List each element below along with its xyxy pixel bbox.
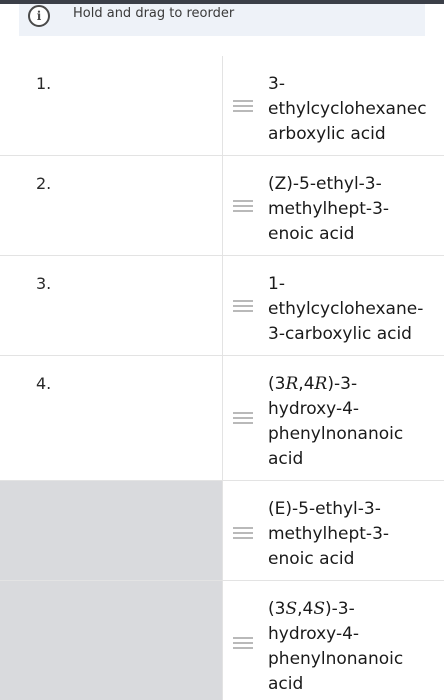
answer-line: methylhept-3- — [268, 524, 390, 544]
draggable-answer[interactable]: (3S,4S)-3- hydroxy-4- phenylnonanoic aci… — [268, 597, 440, 697]
table-row: 4. (3R,4R)-3- hydroxy-4- phenylnonanoic … — [0, 356, 444, 481]
drag-handle-icon[interactable] — [233, 200, 253, 212]
draggable-answer[interactable]: 3- ethylcyclohexanec arboxylic acid — [268, 72, 440, 147]
row-number: 3. — [36, 274, 52, 293]
answer-line: ethylcyclohexane- — [268, 299, 424, 319]
answer-line: enoic acid — [268, 224, 355, 244]
column-divider — [222, 356, 223, 480]
row-number: 1. — [36, 74, 52, 93]
drag-handle-icon[interactable] — [233, 412, 253, 424]
answer-line: 3- — [268, 74, 285, 94]
column-divider — [222, 581, 223, 700]
answer-line: methylhept-3- — [268, 199, 390, 219]
unassigned-area — [0, 581, 222, 700]
row-number: 4. — [36, 374, 52, 393]
answer-line: (3S,4S)-3- — [268, 599, 355, 619]
draggable-answer[interactable]: (E)-5-ethyl-3- methylhept-3- enoic acid — [268, 497, 440, 572]
slot-cell — [0, 56, 222, 155]
answer-line: acid — [268, 674, 304, 694]
draggable-answer[interactable]: (Z)-5-ethyl-3- methylhept-3- enoic acid — [268, 172, 440, 247]
answer-line: phenylnonanoic — [268, 649, 404, 669]
answer-line: (E)-5-ethyl-3- — [268, 499, 381, 519]
instruction-banner: i Hold and drag to reorder — [19, 4, 425, 36]
draggable-answer[interactable]: 1- ethylcyclohexane- 3-carboxylic acid — [268, 272, 440, 347]
slot-cell — [0, 356, 222, 480]
column-divider — [222, 256, 223, 355]
row-number: 2. — [36, 174, 52, 193]
answer-line: acid — [268, 449, 304, 469]
answer-line: hydroxy-4- — [268, 399, 360, 419]
answer-line: (3R,4R)-3- — [268, 374, 358, 394]
drag-handle-icon[interactable] — [233, 100, 253, 112]
answer-line: enoic acid — [268, 549, 355, 569]
drag-handle-icon[interactable] — [233, 637, 253, 649]
answer-line: 3-carboxylic acid — [268, 324, 412, 344]
answer-line: arboxylic acid — [268, 124, 386, 144]
draggable-answer[interactable]: (3R,4R)-3- hydroxy-4- phenylnonanoic aci… — [268, 372, 440, 472]
answer-line: hydroxy-4- — [268, 624, 360, 644]
drag-handle-icon[interactable] — [233, 527, 253, 539]
answer-line: 1- — [268, 274, 285, 294]
drag-handle-icon[interactable] — [233, 300, 253, 312]
unassigned-area — [0, 481, 222, 580]
slot-cell — [0, 256, 222, 355]
answer-line: (Z)-5-ethyl-3- — [268, 174, 382, 194]
info-icon: i — [28, 5, 50, 27]
table-row: 2. (Z)-5-ethyl-3- methylhept-3- enoic ac… — [0, 156, 444, 256]
reorder-table: 1. 3- ethylcyclohexanec arboxylic acid 2… — [0, 56, 444, 700]
slot-cell — [0, 156, 222, 255]
answer-line: ethylcyclohexanec — [268, 99, 427, 119]
answer-line: phenylnonanoic — [268, 424, 404, 444]
column-divider — [222, 481, 223, 580]
column-divider — [222, 56, 223, 155]
instruction-text: Hold and drag to reorder — [73, 6, 235, 21]
column-divider — [222, 156, 223, 255]
table-row: 1. 3- ethylcyclohexanec arboxylic acid — [0, 56, 444, 156]
table-row: (3S,4S)-3- hydroxy-4- phenylnonanoic aci… — [0, 581, 444, 700]
table-row: 3. 1- ethylcyclohexane- 3-carboxylic aci… — [0, 256, 444, 356]
table-row: (E)-5-ethyl-3- methylhept-3- enoic acid — [0, 481, 444, 581]
